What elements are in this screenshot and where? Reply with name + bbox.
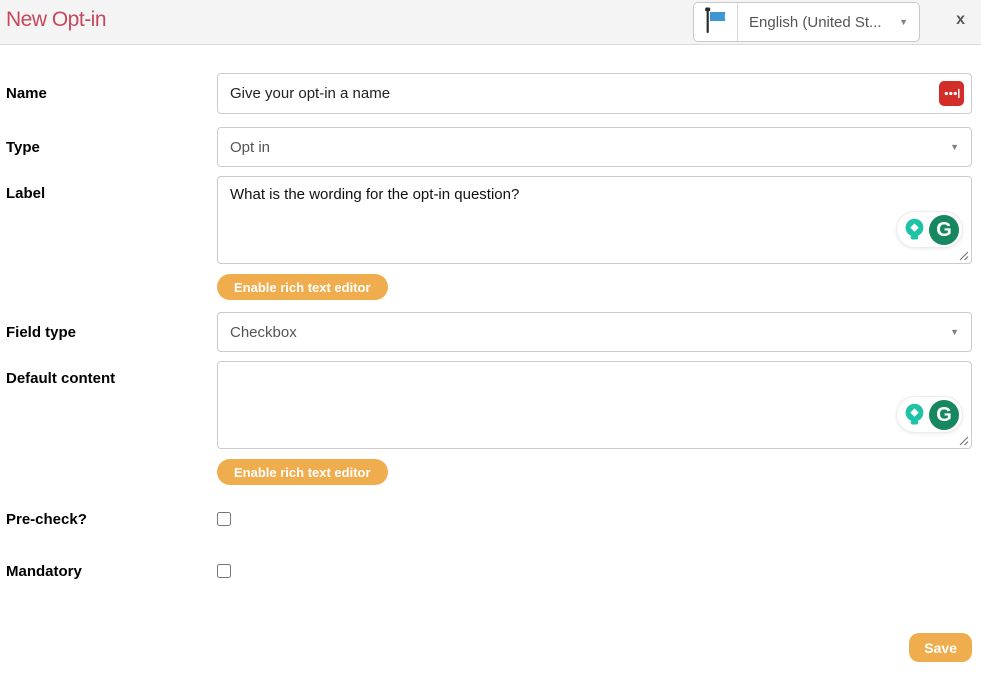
label-textarea[interactable]: What is the wording for the opt-in quest… [217, 176, 972, 264]
default-content-row: Default content G [6, 361, 972, 485]
pre-check-checkbox[interactable] [217, 512, 231, 526]
pre-check-control [217, 512, 972, 526]
field-type-row: Field type Checkbox ▼ [6, 312, 972, 352]
field-type-label: Field type [6, 324, 217, 341]
resize-handle-icon[interactable] [959, 436, 969, 446]
mandatory-checkbox[interactable] [217, 564, 231, 578]
flag-icon [703, 6, 728, 39]
save-button[interactable]: Save [909, 633, 972, 662]
language-selector: English (United St... ▼ [693, 2, 920, 42]
grammarly-widget: G [896, 211, 963, 248]
type-select[interactable]: Opt in ▼ [217, 127, 972, 167]
grammarly-suggestions-icon[interactable] [900, 216, 928, 244]
name-input[interactable] [217, 73, 972, 114]
default-content-label: Default content [6, 361, 217, 485]
language-value: English (United St... [749, 14, 882, 31]
grammarly-widget: G [896, 396, 963, 433]
label-textarea-wrap: What is the wording for the opt-in quest… [217, 176, 972, 264]
grammarly-icon[interactable]: G [929, 215, 959, 245]
grammarly-suggestions-icon[interactable] [900, 401, 928, 429]
label-control: What is the wording for the opt-in quest… [217, 176, 972, 300]
resize-handle-icon[interactable] [959, 251, 969, 261]
opt-in-form: Name Type Opt in ▼ [0, 45, 981, 674]
default-content-textarea[interactable] [217, 361, 972, 449]
dialog-title: New Opt-in [6, 8, 106, 32]
enable-rich-text-button-label[interactable]: Enable rich text editor [217, 274, 388, 300]
default-content-textarea-wrap: G [217, 361, 972, 449]
type-row: Type Opt in ▼ [6, 127, 972, 167]
language-dropdown[interactable]: English (United St... ▼ [738, 3, 919, 41]
flag-button[interactable] [694, 3, 738, 41]
chevron-down-icon: ▼ [899, 18, 908, 27]
label-label: Label [6, 176, 217, 300]
name-label: Name [6, 85, 217, 102]
type-label: Type [6, 139, 217, 156]
mandatory-row: Mandatory [6, 563, 972, 579]
mandatory-control [217, 564, 972, 578]
field-type-select[interactable]: Checkbox ▼ [217, 312, 972, 352]
label-row: Label What is the wording for the opt-in… [6, 176, 972, 300]
pre-check-row: Pre-check? [6, 511, 972, 527]
mandatory-label: Mandatory [6, 563, 217, 580]
enable-rich-text-button-default-content[interactable]: Enable rich text editor [217, 459, 388, 485]
type-control: Opt in ▼ [217, 127, 972, 167]
type-select-value: Opt in [230, 139, 270, 156]
chevron-down-icon: ▼ [950, 143, 959, 152]
pre-check-label: Pre-check? [6, 511, 217, 528]
default-content-control: G Enable rich text editor [217, 361, 972, 485]
lastpass-icon[interactable] [939, 81, 964, 106]
name-row: Name [6, 73, 972, 114]
chevron-down-icon: ▼ [950, 328, 959, 337]
dialog-header: New Opt-in English (United St... ▼ x [0, 0, 981, 45]
field-type-control: Checkbox ▼ [217, 312, 972, 352]
close-button[interactable]: x [956, 12, 965, 28]
field-type-select-value: Checkbox [230, 324, 297, 341]
grammarly-icon[interactable]: G [929, 400, 959, 430]
name-control [217, 73, 972, 114]
